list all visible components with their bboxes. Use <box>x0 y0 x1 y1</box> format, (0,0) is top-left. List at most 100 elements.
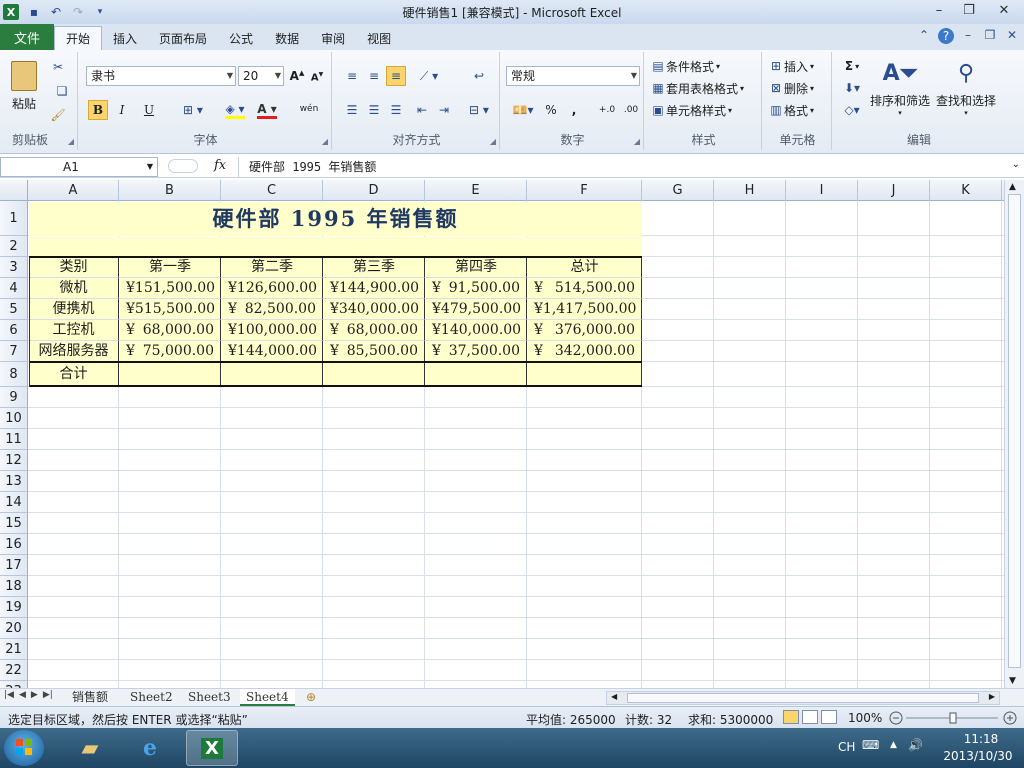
column-header-h[interactable]: H <box>714 180 786 201</box>
percent-button[interactable]: % <box>542 100 560 120</box>
excel-app-icon[interactable]: X <box>3 4 19 20</box>
format-as-table-button[interactable]: ▦ 套用表格格式 ▾ <box>650 78 744 98</box>
row-header-3[interactable]: 3 <box>0 257 28 278</box>
volume-icon[interactable]: 🔊 <box>908 738 923 752</box>
middle-align-button[interactable]: ≡ <box>364 66 384 86</box>
row-header-15[interactable]: 15 <box>0 513 28 534</box>
font-name-combo[interactable]: 隶书 ▼ <box>86 66 236 86</box>
formula-input[interactable]: 硬件部 1995 年销售额 <box>238 157 1008 177</box>
row-header-14[interactable]: 14 <box>0 492 28 513</box>
vertical-scrollbar[interactable]: ▲ ▼ <box>1004 180 1024 688</box>
total-cell[interactable] <box>324 362 425 387</box>
amount-cell[interactable]: ¥75,000.00 <box>120 341 221 362</box>
row-header-18[interactable]: 18 <box>0 576 28 597</box>
amount-cell[interactable]: ¥82,500.00 <box>222 299 323 320</box>
row-header-8[interactable]: 8 <box>0 362 28 387</box>
insert-function-icon[interactable]: fx <box>214 158 226 173</box>
tab-view[interactable]: 视图 <box>356 26 402 50</box>
copy-button[interactable]: ❏ <box>48 82 76 100</box>
amount-cell[interactable]: ¥479,500.00 <box>426 299 527 320</box>
page-break-view-icon[interactable] <box>821 710 837 724</box>
row-header-10[interactable]: 10 <box>0 408 28 429</box>
row-header-16[interactable]: 16 <box>0 534 28 555</box>
clipboard-launcher-icon[interactable]: ◢ <box>68 137 74 146</box>
font-size-combo[interactable]: 20 ▼ <box>238 66 284 86</box>
amount-cell[interactable]: ¥68,000.00 <box>120 320 221 341</box>
borders-button[interactable]: ⊞ ▾ <box>178 100 208 120</box>
horizontal-scrollbar[interactable]: ◀ ▶ <box>606 691 1000 705</box>
row-header-19[interactable]: 19 <box>0 597 28 618</box>
orientation-button[interactable]: ⟋ ▾ <box>414 66 444 86</box>
total-cell[interactable] <box>426 362 527 387</box>
table-header-cell[interactable]: 总计 <box>528 257 642 278</box>
help-icon[interactable]: ? <box>938 28 954 44</box>
tab-data[interactable]: 数据 <box>264 26 310 50</box>
bold-button[interactable]: B <box>88 100 108 120</box>
row-header-9[interactable]: 9 <box>0 387 28 408</box>
scroll-down-icon[interactable]: ▼ <box>1009 676 1016 686</box>
row-header-2[interactable]: 2 <box>0 236 28 257</box>
name-box[interactable]: A1 ▼ <box>0 157 158 177</box>
column-header-i[interactable]: I <box>786 180 858 201</box>
show-hidden-icons-icon[interactable]: ▲ <box>890 740 897 750</box>
fill-color-button[interactable]: ◈ ▾ <box>220 100 250 120</box>
tab-file[interactable]: 文件 <box>0 24 54 50</box>
minimize-icon[interactable]: – <box>924 0 954 20</box>
align-right-button[interactable]: ☰ <box>386 100 406 120</box>
collapse-ribbon-icon[interactable]: ⌃ <box>916 28 932 44</box>
total-cell[interactable] <box>120 362 221 387</box>
alignment-launcher-icon[interactable]: ◢ <box>490 137 496 146</box>
vertical-scroll-thumb[interactable] <box>1008 194 1021 668</box>
sheet-tab-sales[interactable]: 销售额 <box>66 689 114 706</box>
column-header-d[interactable]: D <box>323 180 425 201</box>
row-header-11[interactable]: 11 <box>0 429 28 450</box>
merge-center-button[interactable]: ⊟ ▾ <box>464 100 494 120</box>
row-header-17[interactable]: 17 <box>0 555 28 576</box>
select-all-corner[interactable] <box>0 180 28 201</box>
column-header-e[interactable]: E <box>425 180 527 201</box>
worksheet-grid[interactable]: ABCDEFGHIJK 1 2 3 4 5 6 7 8 9 10 11 12 13 14 15 16 17 18 1… <box>0 180 1004 688</box>
row-header-1[interactable]: 1 <box>0 201 28 236</box>
category-cell[interactable]: 便携机 <box>29 299 119 320</box>
comma-button[interactable]: , <box>566 100 582 120</box>
bottom-align-button[interactable]: ≡ <box>386 66 406 86</box>
tab-review[interactable]: 审阅 <box>310 26 356 50</box>
amount-cell[interactable]: ¥144,900.00 <box>324 278 425 299</box>
row-header-20[interactable]: 20 <box>0 618 28 639</box>
amount-cell[interactable]: ¥100,000.00 <box>222 320 323 341</box>
paste-button[interactable]: 粘贴 <box>6 56 42 116</box>
amount-cell[interactable]: ¥85,500.00 <box>324 341 425 362</box>
conditional-format-button[interactable]: ▤ 条件格式 ▾ <box>650 56 720 76</box>
row-header-6[interactable]: 6 <box>0 320 28 341</box>
decrease-indent-button[interactable]: ⇤ <box>412 100 432 120</box>
row-header-4[interactable]: 4 <box>0 278 28 299</box>
category-cell[interactable]: 网络服务器 <box>29 341 119 362</box>
column-header-j[interactable]: J <box>858 180 930 201</box>
number-format-combo[interactable]: 常规 ▼ <box>506 66 640 86</box>
fill-button[interactable]: ⬇▾ <box>838 78 866 98</box>
tab-page-layout[interactable]: 页面布局 <box>148 26 218 50</box>
insert-cells-button[interactable]: ⊞ 插入 ▾ <box>768 56 814 76</box>
amount-cell[interactable]: ¥37,500.00 <box>426 341 527 362</box>
amount-cell[interactable]: ¥91,500.00 <box>426 278 527 299</box>
last-sheet-icon[interactable]: ▶| <box>43 690 53 700</box>
amount-cell[interactable]: ¥151,500.00 <box>120 278 221 299</box>
amount-cell[interactable]: ¥342,000.00 <box>528 341 642 362</box>
workbook-close-icon[interactable]: ✕ <box>1004 28 1020 44</box>
horizontal-scroll-thumb[interactable] <box>627 693 979 703</box>
table-header-cell[interactable]: 第一季 <box>120 257 221 278</box>
total-label-cell[interactable]: 合计 <box>29 362 119 387</box>
amount-cell[interactable]: ¥140,000.00 <box>426 320 527 341</box>
autosum-button[interactable]: Σ ▾ <box>838 56 866 76</box>
row-header-5[interactable]: 5 <box>0 299 28 320</box>
underline-button[interactable]: U <box>136 100 162 120</box>
workbook-restore-icon[interactable]: ❐ <box>982 28 998 44</box>
sheet-tab-sheet4[interactable]: Sheet4 <box>240 689 295 706</box>
row-header-23[interactable]: 23 <box>0 681 28 688</box>
start-button[interactable] <box>4 730 44 766</box>
tab-home[interactable]: 开始 <box>54 26 103 50</box>
table-header-cell[interactable]: 第四季 <box>426 257 527 278</box>
clock-time[interactable]: 11:18 <box>948 732 1014 746</box>
sheet-tab-sheet3[interactable]: Sheet3 <box>182 689 237 706</box>
normal-view-icon[interactable] <box>783 710 799 724</box>
